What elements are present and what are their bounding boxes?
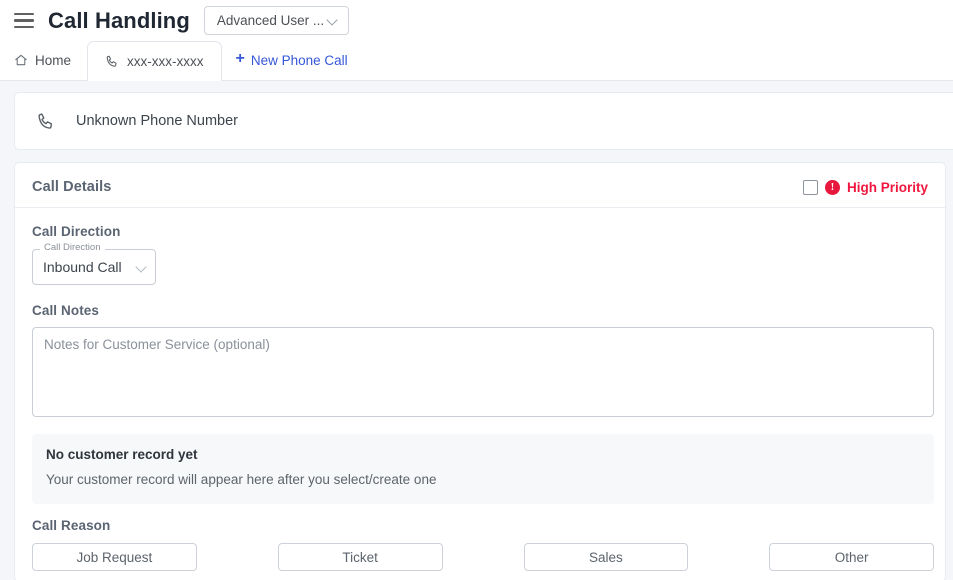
- call-reason-options: Job Request Ticket Sales Other: [32, 543, 934, 571]
- call-direction-field-label: Call Direction: [40, 242, 105, 254]
- error-exclamation-icon: !: [824, 179, 840, 195]
- high-priority-control[interactable]: ! High Priority: [802, 179, 928, 195]
- call-direction-section: Call Direction Inbound Call Call Directi…: [32, 208, 928, 285]
- new-phone-call-label: New Phone Call: [250, 52, 348, 68]
- app-header: Call Handling Advanced User ...: [0, 0, 953, 41]
- call-direction-section-label: Call Direction: [32, 224, 121, 239]
- tab-home-label: Home: [35, 52, 72, 68]
- customer-record-panel: No customer record yet Your customer rec…: [32, 434, 934, 504]
- call-details-card: Call Details ! High Priority Call Direct…: [14, 162, 946, 580]
- tab-home[interactable]: Home: [0, 40, 87, 80]
- call-notes-input[interactable]: [32, 327, 934, 417]
- call-reason-other[interactable]: Other: [769, 543, 934, 571]
- tab-call-xxx[interactable]: xxx-xxx-xxxx: [87, 41, 222, 81]
- tab-call-label: xxx-xxx-xxxx: [127, 54, 204, 69]
- call-direction-select-box[interactable]: Inbound Call: [32, 249, 156, 285]
- high-priority-label: High Priority: [846, 179, 928, 195]
- page-title: Call Handling: [48, 7, 190, 33]
- call-direction-select[interactable]: Inbound Call Call Direction: [32, 242, 156, 285]
- home-icon: [14, 53, 28, 67]
- phone-number-text: Unknown Phone Number: [76, 113, 239, 129]
- call-reason-ticket[interactable]: Ticket: [277, 543, 443, 571]
- call-details-title: Call Details: [32, 179, 112, 195]
- call-details-header: Call Details ! High Priority: [32, 163, 928, 207]
- user-mode-value: Advanced User ...: [216, 13, 325, 28]
- page-body: Unknown Phone Number Call Details ! High…: [0, 81, 953, 580]
- phone-icon: [36, 111, 57, 132]
- new-phone-call-button[interactable]: + New Phone Call: [222, 40, 358, 80]
- phone-icon: [105, 54, 120, 69]
- customer-record-subtitle: Your customer record will appear here af…: [46, 472, 437, 487]
- call-handling-app: Call Handling Advanced User ... Home xxx…: [0, 0, 953, 580]
- chevron-down-icon: [136, 261, 149, 274]
- call-reason-sales[interactable]: Sales: [523, 543, 689, 571]
- tab-bar: Home xxx-xxx-xxxx + New Phone Call: [0, 41, 953, 81]
- call-direction-value: Inbound Call: [43, 259, 122, 275]
- call-notes-section-label: Call Notes: [32, 303, 100, 318]
- phone-header-card: Unknown Phone Number: [14, 92, 953, 150]
- user-mode-select[interactable]: Advanced User ...: [203, 6, 349, 35]
- call-reason-section-label: Call Reason: [32, 518, 111, 533]
- chevron-down-icon: [327, 14, 340, 27]
- hamburger-menu-icon[interactable]: [14, 12, 34, 29]
- call-reason-job-request[interactable]: Job Request: [32, 543, 197, 571]
- plus-icon: +: [235, 50, 245, 67]
- customer-record-title: No customer record yet: [46, 447, 198, 462]
- high-priority-checkbox[interactable]: [802, 179, 818, 195]
